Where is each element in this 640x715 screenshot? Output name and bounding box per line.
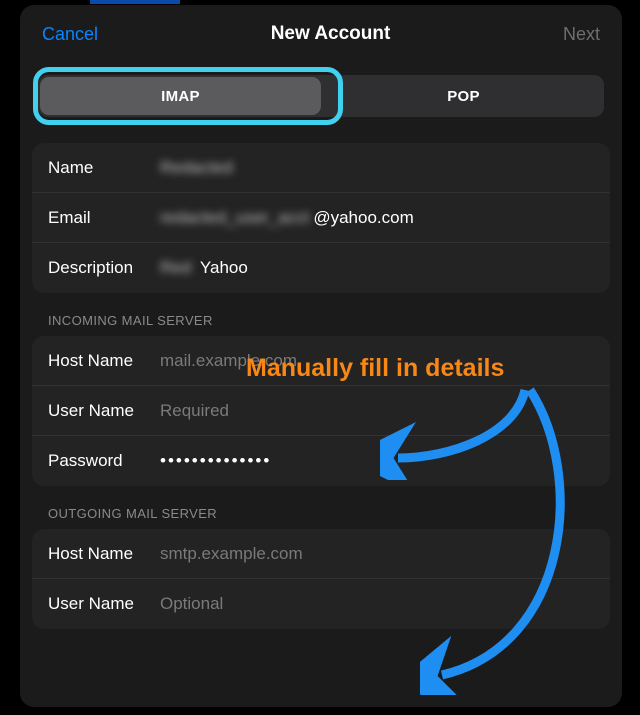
description-redacted-prefix: Red: [160, 258, 191, 278]
description-row[interactable]: Description Red Yahoo: [32, 243, 610, 293]
email-redacted-prefix: redacted_user_acct: [160, 208, 309, 228]
incoming-host-label: Host Name: [48, 351, 160, 371]
incoming-group: Host Name mail.example.com User Name Req…: [32, 336, 610, 486]
outgoing-host-field[interactable]: smtp.example.com: [160, 544, 594, 564]
segment-pop[interactable]: POP: [323, 75, 604, 117]
outgoing-group: Host Name smtp.example.com User Name Opt…: [32, 529, 610, 629]
identity-group: Name Redacted Email redacted_user_acct@y…: [32, 143, 610, 293]
email-suffix: @yahoo.com: [313, 208, 413, 227]
incoming-header: INCOMING MAIL SERVER: [20, 313, 622, 336]
cancel-button[interactable]: Cancel: [42, 24, 98, 45]
name-field[interactable]: Redacted: [160, 158, 594, 178]
incoming-password-field[interactable]: ••••••••••••••: [160, 451, 594, 471]
name-row[interactable]: Name Redacted: [32, 143, 610, 193]
email-row[interactable]: Email redacted_user_acct@yahoo.com: [32, 193, 610, 243]
outgoing-header: OUTGOING MAIL SERVER: [20, 506, 622, 529]
name-label: Name: [48, 158, 160, 178]
modal-title: New Account: [271, 23, 391, 45]
account-type-segment[interactable]: IMAP POP: [38, 75, 604, 117]
email-label: Email: [48, 208, 160, 228]
description-suffix: Yahoo: [200, 258, 248, 277]
outgoing-host-label: Host Name: [48, 544, 160, 564]
incoming-user-label: User Name: [48, 401, 160, 421]
new-account-modal: Cancel New Account Next IMAP POP Name Re…: [20, 5, 622, 707]
modal-header: Cancel New Account Next: [20, 5, 622, 67]
incoming-host-row[interactable]: Host Name mail.example.com: [32, 336, 610, 386]
outgoing-host-row[interactable]: Host Name smtp.example.com: [32, 529, 610, 579]
segment-imap[interactable]: IMAP: [40, 77, 321, 115]
description-label: Description: [48, 258, 160, 278]
incoming-user-row[interactable]: User Name Required: [32, 386, 610, 436]
incoming-password-label: Password: [48, 451, 160, 471]
outgoing-user-row[interactable]: User Name Optional: [32, 579, 610, 629]
outgoing-user-field[interactable]: Optional: [160, 594, 594, 614]
email-field[interactable]: redacted_user_acct@yahoo.com: [160, 208, 594, 228]
name-redacted: Redacted: [160, 158, 233, 178]
description-field[interactable]: Red Yahoo: [160, 258, 594, 278]
outgoing-user-label: User Name: [48, 594, 160, 614]
next-button[interactable]: Next: [563, 24, 600, 45]
incoming-host-field[interactable]: mail.example.com: [160, 351, 594, 371]
account-type-segment-wrap: IMAP POP: [20, 75, 622, 117]
incoming-password-row[interactable]: Password ••••••••••••••: [32, 436, 610, 486]
incoming-user-field[interactable]: Required: [160, 401, 594, 421]
